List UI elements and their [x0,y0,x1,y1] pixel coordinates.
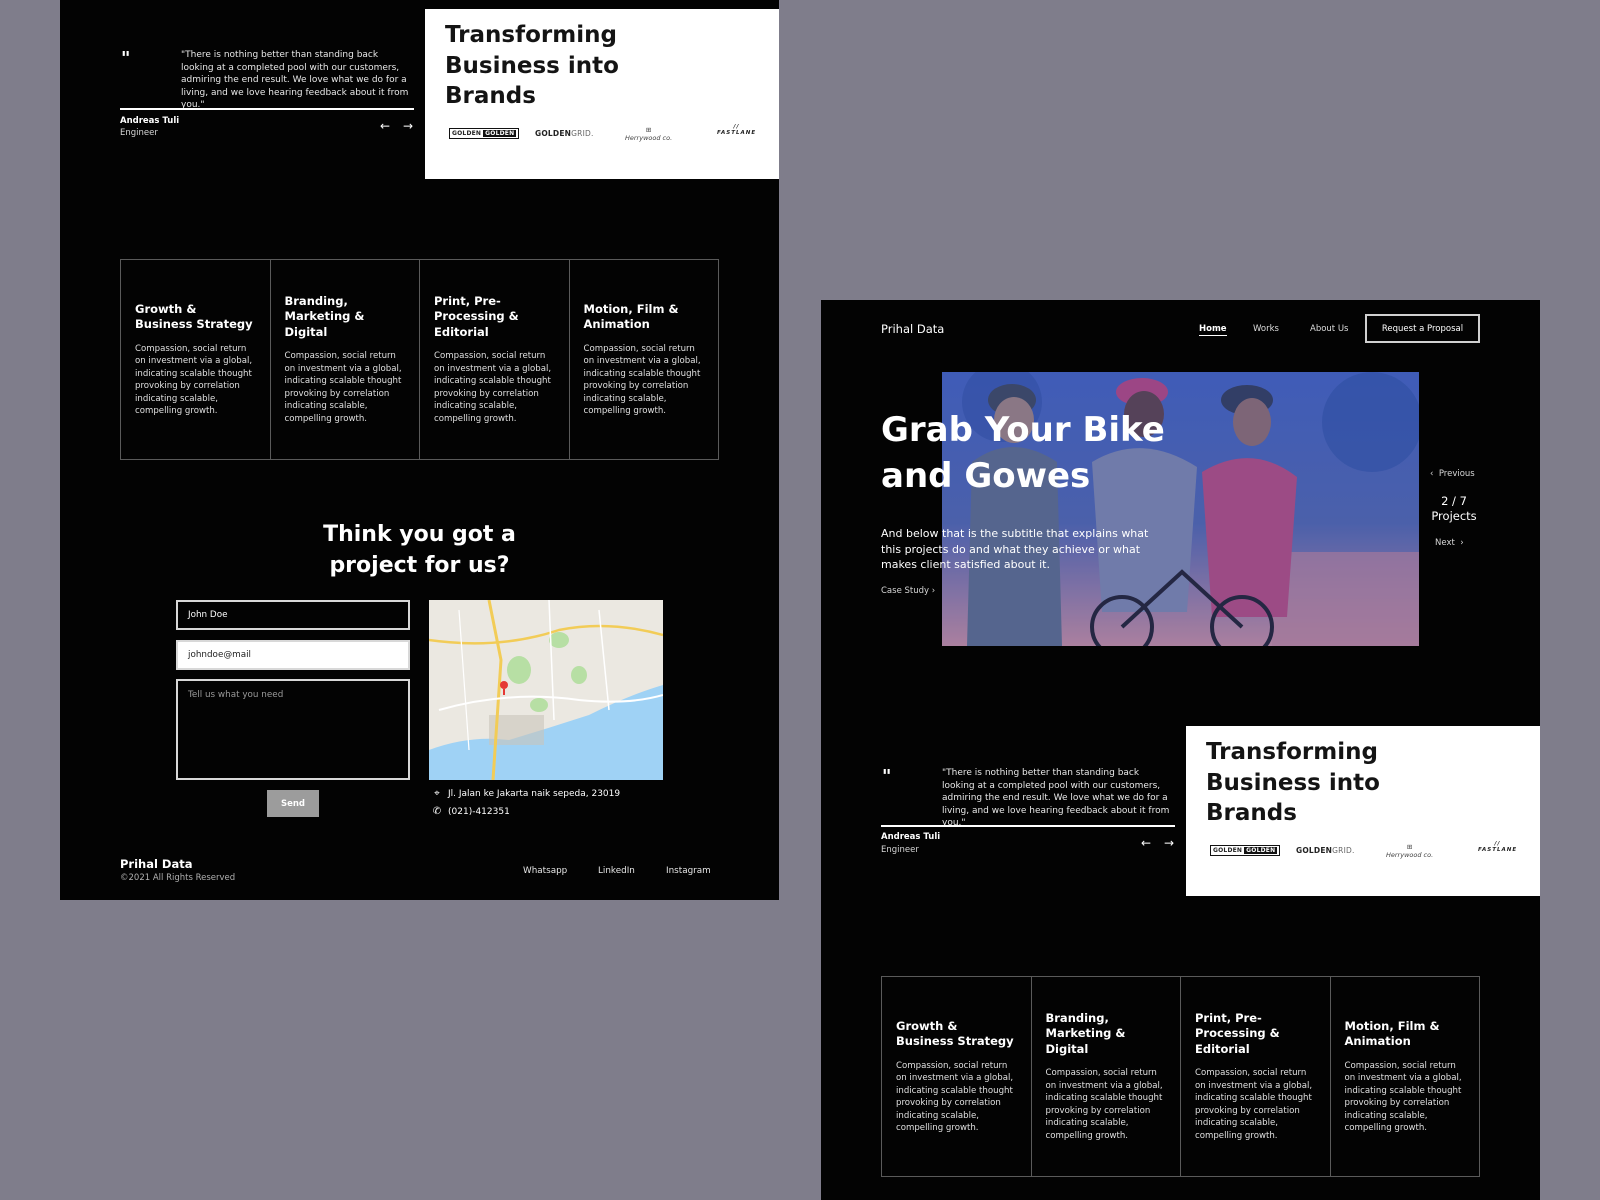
footer-copyright: ©2021 All Rights Reserved [120,873,236,883]
testimonial-role: Engineer [881,845,919,855]
name-field[interactable]: John Doe [176,600,410,630]
service-print: Print, Pre-Processing & Editorial Compas… [420,260,570,459]
service-print: Print, Pre-Processing & Editorial Compas… [1181,977,1331,1176]
service-title: Growth & Business Strategy [135,301,253,332]
testimonial-quote: "There is nothing better than standing b… [181,50,409,110]
footer-link-linkedin[interactable]: LinkedIn [598,866,635,876]
service-description: Compassion, social return on investment … [1045,1068,1163,1141]
arrow-left-icon[interactable]: ← [380,120,390,132]
message-textarea[interactable]: Tell us what you need [176,679,410,780]
nav-works[interactable]: Works [1253,324,1279,334]
footer-link-whatsapp[interactable]: Whatsapp [523,866,567,876]
service-description: Compassion, social return on investment … [896,1060,1014,1134]
landing-page-left: " "There is nothing better than standing… [60,0,779,900]
service-title: Branding, Marketing & Digital [1045,1010,1126,1056]
logo-herrywood: ⊞ Herrywood co. [1386,843,1434,859]
chevron-right-icon: › [1460,538,1464,548]
brands-title: Transforming Business into Brands [1206,739,1380,826]
project-counter: 2 / 7 Projects [1431,494,1477,523]
email-field[interactable]: johndoe@mail [176,640,410,670]
testimonial-author: Andreas Tuli [120,116,180,126]
logo-golden-grid: GOLDENGRID. [1296,846,1355,855]
testimonial-author: Andreas Tuli [881,832,941,842]
testimonial-quote: "There is nothing better than standing b… [942,768,1170,828]
service-growth: Growth & Business Strategy Compassion, s… [121,260,271,459]
phone-row: ✆ (021)-412351 [432,806,510,817]
arrow-right-icon[interactable]: → [1164,837,1174,849]
service-growth: Growth & Business Strategy Compassion, s… [882,977,1032,1176]
services-grid: Growth & Business Strategy Compassion, s… [120,259,719,460]
logo-golden-grid: GOLDENGRID. [535,129,594,138]
site-logo[interactable]: Prihal Data [881,322,944,336]
arrow-left-icon[interactable]: ← [1141,837,1151,849]
next-project-button[interactable]: Next › [1435,538,1464,548]
service-description: Compassion, social return on investment … [1195,1068,1313,1141]
service-title: Motion, Film & Animation [583,301,679,332]
logo-fastlane: //FASTLANE [1478,841,1518,853]
logo-golden-golden: GOLDEN GOLDEN [1210,845,1281,856]
arrow-right-icon[interactable]: → [403,120,413,132]
service-description: Compassion, social return on investment … [135,343,253,417]
quote-mark-icon: " [882,766,892,787]
testimonial-divider [120,108,414,110]
brands-title: Transforming Business into Brands [445,22,619,109]
nav-home[interactable]: Home [1199,324,1227,336]
case-study-link[interactable]: Case Study › [881,586,935,596]
service-branding: Branding, Marketing & Digital Compassion… [271,260,420,459]
footer-brand: Prihal Data [120,857,193,871]
service-description: Compassion, social return on investment … [434,351,552,424]
hero-title: Grab Your Bike and Gowes [881,410,1165,496]
service-title: Branding, Marketing & Digital [284,293,365,339]
quote-mark-icon: " [121,48,131,69]
services-grid: Growth & Business Strategy Compassion, s… [881,976,1480,1177]
landing-page-right: Prihal Data Home Works About Us Request … [821,300,1540,1200]
service-description: Compassion, social return on investment … [583,343,701,417]
address-text: Jl. Jalan ke Jakarta naik sepeda, 23019 [448,788,621,799]
service-description: Compassion, social return on investment … [1344,1060,1462,1134]
chevron-left-icon: ‹ [1430,469,1434,479]
service-branding: Branding, Marketing & Digital Compassion… [1032,977,1181,1176]
phone-text: (021)-412351 [448,806,510,817]
testimonial-role: Engineer [120,128,158,138]
service-title: Motion, Film & Animation [1344,1018,1440,1049]
nav-about-us[interactable]: About Us [1310,324,1348,334]
location-map[interactable] [429,600,663,780]
logo-golden-golden: GOLDEN GOLDEN [449,128,520,139]
map-pin-icon: ⌖ [434,788,440,799]
brands-card: Transforming Business into Brands GOLDEN… [1186,726,1540,896]
send-button[interactable]: Send [267,790,319,817]
logo-fastlane: //FASTLANE [717,124,757,136]
service-title: Growth & Business Strategy [896,1018,1014,1049]
address-row: ⌖ Jl. Jalan ke Jakarta naik sepeda, 2301… [432,788,620,799]
service-motion: Motion, Film & Animation Compassion, soc… [1331,977,1480,1176]
testimonial-divider [881,825,1175,827]
footer-link-instagram[interactable]: Instagram [666,866,711,876]
brands-card: Transforming Business into Brands GOLDEN… [425,9,779,179]
hero-subtitle: And below that is the subtitle that expl… [881,527,1149,571]
service-title: Print, Pre-Processing & Editorial [1195,1010,1280,1056]
phone-icon: ✆ [432,806,442,817]
request-proposal-button[interactable]: Request a Proposal [1365,314,1480,343]
service-title: Print, Pre-Processing & Editorial [434,293,519,339]
service-description: Compassion, social return on investment … [284,351,402,424]
contact-title: Think you got a project for us? [323,522,516,578]
service-motion: Motion, Film & Animation Compassion, soc… [570,260,719,459]
previous-project-button[interactable]: ‹ Previous [1430,469,1475,479]
logo-herrywood: ⊞ Herrywood co. [625,126,673,142]
